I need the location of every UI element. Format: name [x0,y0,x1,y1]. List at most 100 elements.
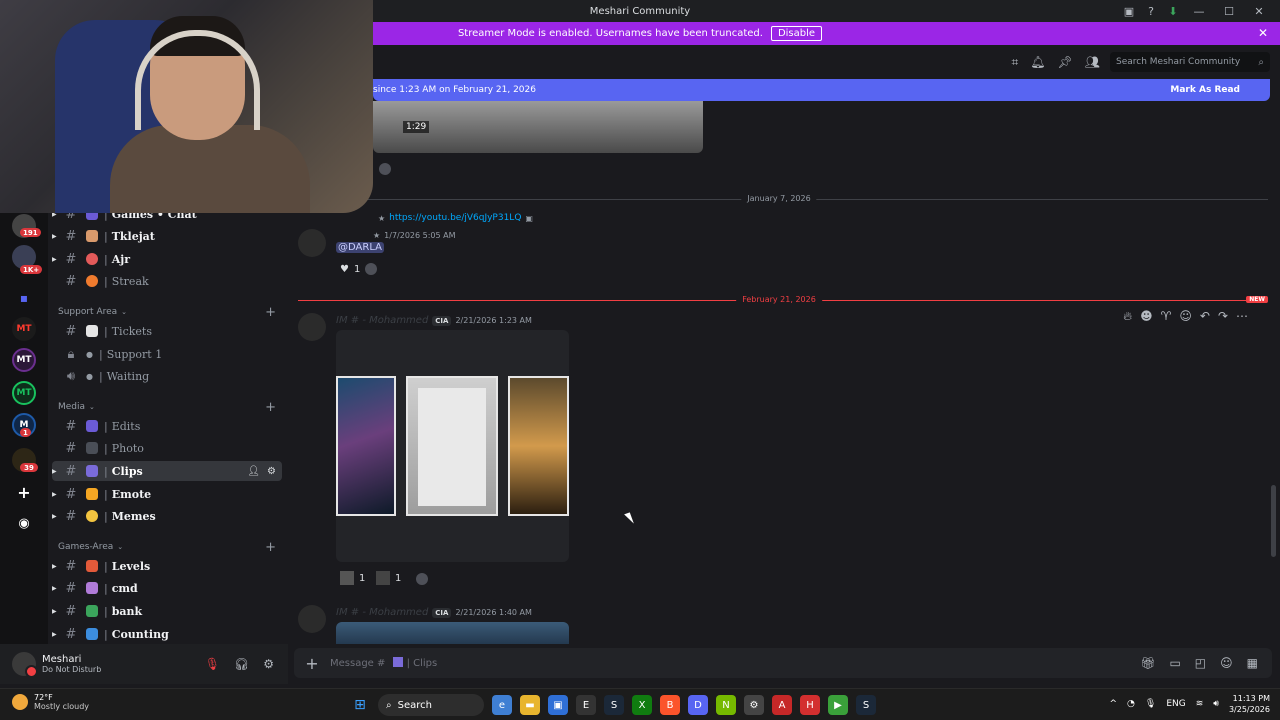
image-attachment[interactable] [336,330,569,562]
reaction-2[interactable]: 1 [376,571,401,585]
channel-bank[interactable]: ▶ # | bank [52,601,282,621]
image-card[interactable] [508,376,569,516]
maximize-button[interactable]: ☐ [1218,5,1240,18]
image-card[interactable] [336,376,396,516]
members-icon[interactable]: 👥︎ [1085,55,1100,70]
add-reaction-icon[interactable] [416,573,428,585]
channel-edits[interactable]: # | Edits [52,416,282,436]
mic-muted-icon[interactable]: 🎙︎ [205,657,220,671]
message-input[interactable]: Message # | Clips [330,657,437,669]
headphones-icon[interactable]: 🎧︎ [234,657,249,671]
channel-clips[interactable]: ▶ # | Clips 👤︎ ⚙ [52,461,282,481]
avatar[interactable] [298,605,326,633]
reaction-1[interactable]: 1 [340,571,365,585]
help-icon[interactable]: ? [1144,4,1158,18]
message-list[interactable]: 1:29 January 7, 2026 ★ https://youtu.be/… [288,101,1272,644]
screen-share-icon[interactable]: ▣ [1122,4,1136,18]
channel-ajr[interactable]: ▶ # | Ajr [52,249,282,269]
settings-icon[interactable]: ⚙ [744,695,764,715]
pin-icon[interactable]: 📌︎ [1058,55,1073,70]
channel-memes[interactable]: ▶ # | Memes [52,506,282,526]
message-author[interactable]: IM # - Mohammed [336,607,428,618]
add-server-icon[interactable]: + [12,480,36,504]
brave-icon[interactable]: B [660,695,680,715]
new-messages-bar[interactable]: since 1:23 AM on February 21, 2026 Mark … [373,79,1270,101]
add-channel-icon[interactable]: + [265,305,276,320]
search-input[interactable]: Search Meshari Community ⌕ [1110,52,1270,72]
app-icon[interactable]: H [800,695,820,715]
message-author[interactable]: IM # - Mohammed [336,315,428,326]
server-icon[interactable]: MT [12,317,36,341]
avatar[interactable] [12,652,38,678]
video-embed[interactable]: 1:29 [373,101,703,153]
bell-icon[interactable]: 🔔︎ [1030,55,1045,70]
xbox-icon[interactable]: X [632,695,652,715]
folder-icon[interactable]: ▬ [520,695,540,715]
volume-icon[interactable]: 🔊︎ [1213,699,1219,709]
add-reaction-icon[interactable] [365,263,378,275]
chevron-up-icon[interactable]: ^ [1110,699,1118,709]
category-games-area[interactable]: Games-Area ⌄ + [58,539,280,555]
scrollbar[interactable] [1271,485,1276,557]
channel-counting[interactable]: ▶ # | Counting [52,624,282,644]
mark-as-read-button[interactable]: Mark As Read [1170,85,1240,95]
app-icon[interactable]: ▶ [828,695,848,715]
apps-icon[interactable]: ▦ [1247,656,1258,670]
avatar[interactable] [298,229,326,257]
gif-icon[interactable]: ▭ [1169,656,1180,670]
discord-icon[interactable]: D [688,695,708,715]
sticker-icon[interactable]: ◰ [1195,656,1206,670]
channel-photo[interactable]: # | Photo [52,438,282,458]
category-support-area[interactable]: Support Area ⌄ + [58,304,280,320]
channel-tklejat[interactable]: ▶ # | Tklejat [52,226,282,246]
channel-tickets[interactable]: # | Tickets [52,321,282,341]
windows-start-icon[interactable]: ⊞ [350,695,370,715]
image-attachment[interactable] [336,622,569,644]
server-icon[interactable]: MT [12,348,36,372]
channel-support-1[interactable]: 🔒︎ ● | Support 1 [52,344,282,364]
mic-icon[interactable]: 🎙︎ [1145,699,1156,709]
download-icon[interactable]: ⬇ [1166,4,1180,18]
add-reaction-icon[interactable] [379,163,391,175]
add-reaction-icon[interactable]: ☺ [1179,309,1192,324]
app-icon[interactable]: A [772,695,792,715]
youtube-link[interactable]: https://youtu.be/jV6qJyP31LQ [389,213,521,223]
channel-waiting[interactable]: 🔊︎ ● | Waiting [52,366,282,386]
avatar[interactable] [298,313,326,341]
disable-streamer-mode-button[interactable]: Disable [770,26,823,41]
clock[interactable]: 11:13 PM 3/25/2026 [1229,693,1270,715]
gift-icon[interactable]: 🎁︎ [1140,656,1155,670]
add-channel-icon[interactable]: + [265,400,276,415]
wifi-icon[interactable]: ≋ [1196,699,1204,709]
image-card[interactable] [406,376,498,516]
language-indicator[interactable]: ENG [1166,699,1185,709]
fire-reaction-icon[interactable]: 🔥︎ [1123,309,1132,324]
gear-icon[interactable]: ⚙ [263,657,274,671]
add-channel-icon[interactable]: + [265,540,276,555]
emoji-icon[interactable]: ☻ [1140,309,1153,324]
steam-icon[interactable]: S [856,695,876,715]
reply-icon[interactable]: ↶ [1200,309,1210,324]
steam-icon[interactable]: S [604,695,624,715]
server-icon[interactable]: MT [12,381,36,405]
store-icon[interactable]: ▣ [548,695,568,715]
minimize-button[interactable]: — [1188,5,1210,18]
close-icon[interactable]: ✕ [1258,26,1268,40]
close-window-button[interactable]: ✕ [1248,5,1270,18]
invite-icon[interactable]: 👤︎ [247,466,260,477]
threads-icon[interactable]: ⌗ [1012,55,1019,70]
channel-emote[interactable]: ▶ # | Emote [52,484,282,504]
more-icon[interactable]: ⋯ [1236,309,1248,324]
forward-icon[interactable]: ↷ [1218,309,1228,324]
weather-widget[interactable]: 72°F Mostly cloudy [12,693,89,711]
attach-icon[interactable]: + [294,654,330,673]
folder-icon[interactable]: ▪ [12,286,36,310]
epic-games-icon[interactable]: E [576,695,596,715]
channel-cmd[interactable]: ▶ # | cmd [52,578,282,598]
user-mention[interactable]: @DARLA [336,242,384,253]
emoji-icon[interactable]: ☺ [1220,656,1233,670]
goat-icon[interactable]: ♈︎ [1161,309,1172,324]
edge-icon[interactable]: e [492,695,512,715]
category-media[interactable]: Media ⌄ + [58,399,280,415]
reaction-heart[interactable]: ♥ 1 [340,263,378,275]
